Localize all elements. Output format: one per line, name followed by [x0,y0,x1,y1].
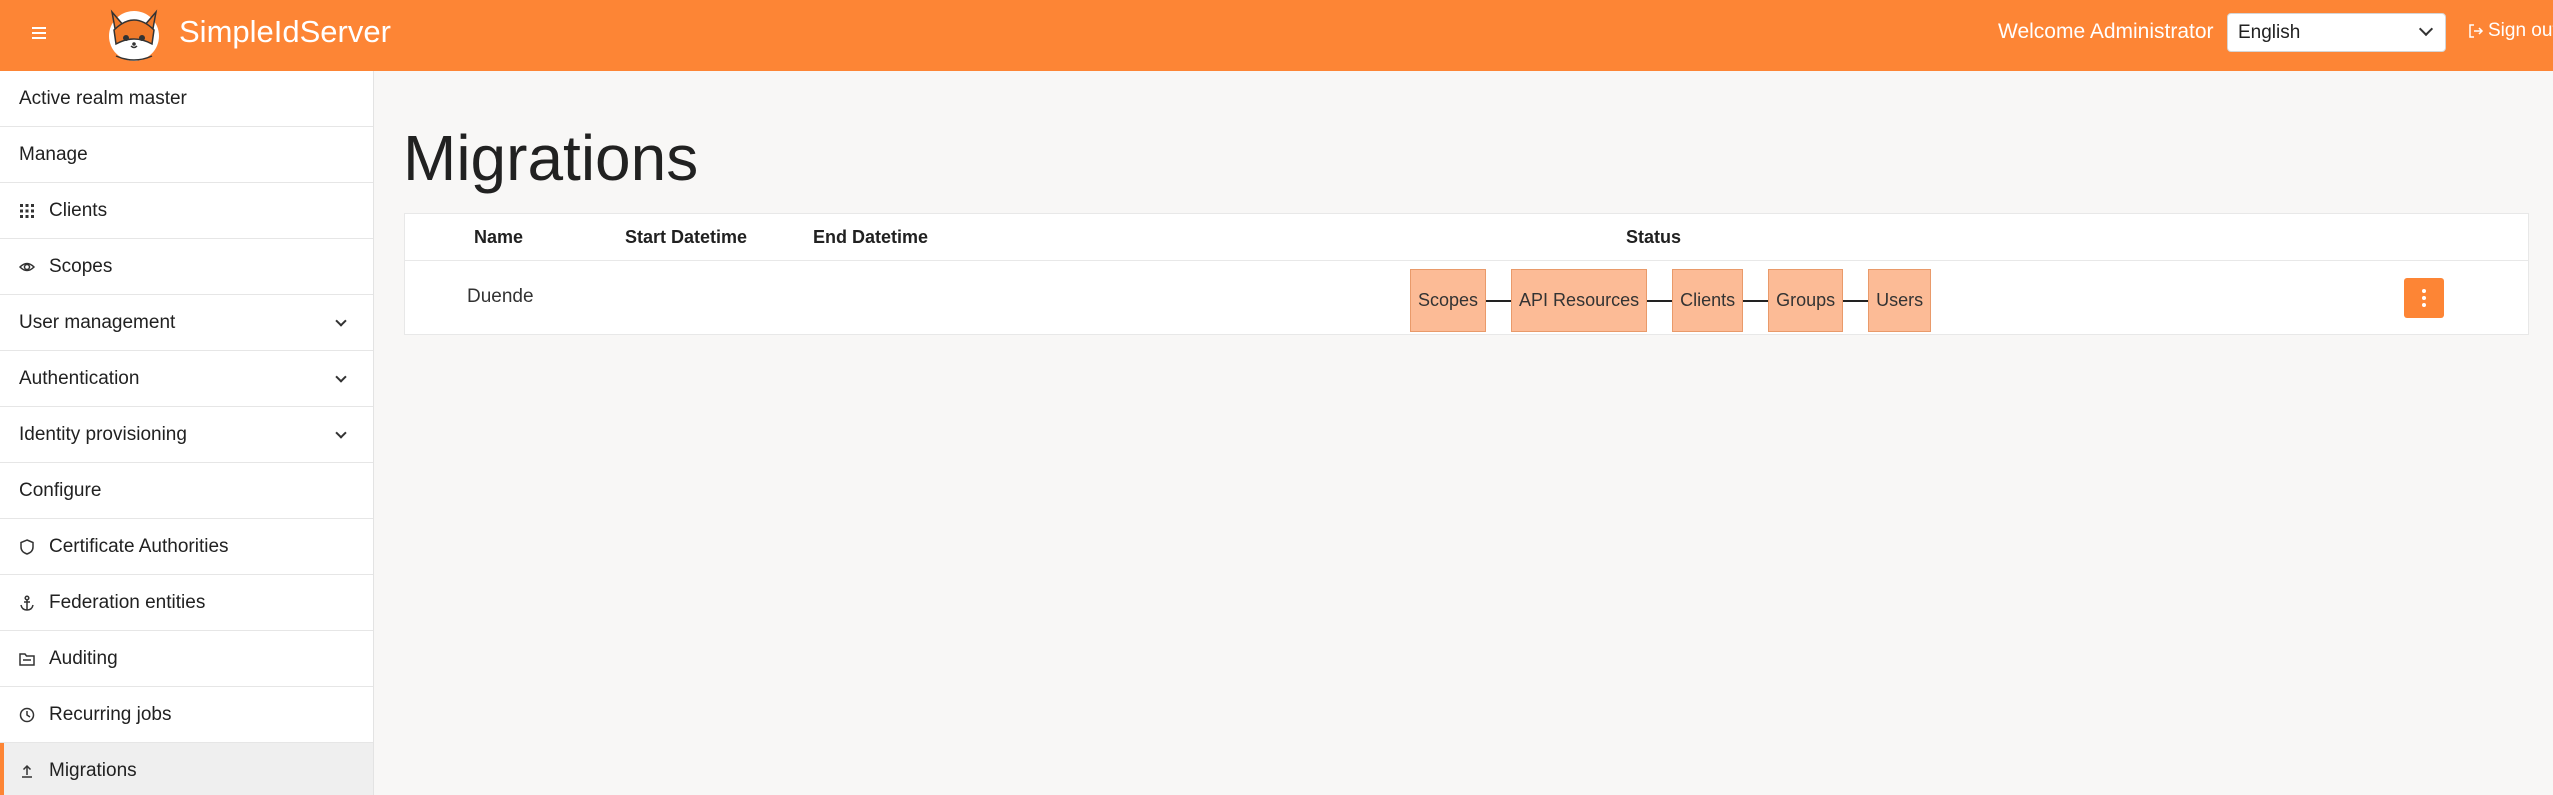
step-connector [1486,299,1512,302]
column-header-status[interactable]: Status [1626,227,1681,248]
step-connector [1647,299,1673,302]
status-step-scopes: Scopes [1410,269,1487,332]
grid-icon [19,203,35,219]
sign-out-icon [2469,24,2484,38]
fox-logo-icon [109,9,159,61]
sidebar-item-auditing[interactable]: Auditing [0,631,373,687]
welcome-text: Welcome Administrator [1998,20,2214,43]
chevron-down-icon [335,315,347,327]
sidebar-item-label: Migrations [49,759,137,781]
anchor-icon [19,594,35,611]
table-header: Name Start Datetime End Datetime Status [405,214,2528,261]
step-connector [1843,299,1869,302]
column-header-start-datetime[interactable]: Start Datetime [625,227,747,248]
page-title: Migrations [403,122,699,194]
sidebar-item-user-management[interactable]: User management [0,295,373,351]
status-step-groups: Groups [1768,269,1844,332]
migration-name: Duende [467,286,534,307]
hamburger-menu-icon[interactable] [28,22,50,44]
column-header-name[interactable]: Name [474,227,523,248]
sidebar: Active realm master Manage Clients Scope… [0,71,374,795]
sidebar-item-label: User management [19,311,176,333]
sidebar-item-label: Active realm master [19,87,187,109]
status-step-users: Users [1868,269,1932,332]
sidebar-item-recurring-jobs[interactable]: Recurring jobs [0,687,373,743]
upload-icon [19,763,35,779]
chevron-down-icon [335,427,347,439]
column-header-end-datetime[interactable]: End Datetime [813,227,928,248]
eye-icon [19,259,35,275]
sidebar-item-label: Scopes [49,255,113,277]
status-step-clients: Clients [1672,269,1744,332]
clock-icon [19,707,35,723]
sidebar-item-label: Certificate Authorities [49,535,229,557]
brand-name[interactable]: SimpleIdServer [179,14,391,50]
folder-icon [19,651,35,667]
more-vertical-icon [2422,289,2426,293]
step-connector [1743,299,1769,302]
status-step-api-resources: API Resources [1511,269,1648,332]
sidebar-item-label: Recurring jobs [49,703,172,725]
sidebar-item-migrations[interactable]: Migrations [0,743,373,795]
chevron-down-icon [2418,21,2434,37]
sidebar-item-federation-entities[interactable]: Federation entities [0,575,373,631]
sign-out-link[interactable]: Sign out [2468,20,2553,42]
sidebar-item-label: Federation entities [49,591,206,613]
sidebar-item-certificate-authorities[interactable]: Certificate Authorities [0,519,373,575]
chevron-down-icon [335,371,347,383]
sign-out-label: Sign out [2488,20,2553,41]
sidebar-section-configure: Configure [0,463,373,519]
row-actions-button[interactable] [2404,278,2444,318]
language-select[interactable]: English [2227,13,2446,52]
sidebar-section-label: Configure [19,479,102,501]
sidebar-section-manage: Manage [0,127,373,183]
sidebar-item-label: Clients [49,199,108,221]
sidebar-item-label: Authentication [19,367,140,389]
sidebar-item-identity-provisioning[interactable]: Identity provisioning [0,407,373,463]
top-header: SimpleIdServer Welcome Administrator Eng… [0,0,2553,71]
shield-icon [19,538,35,555]
table-row: Duende Scopes API Resources Clients Grou… [405,261,2528,336]
sidebar-item-label: Auditing [49,647,118,669]
sidebar-item-label: Identity provisioning [19,423,187,445]
migrations-table: Name Start Datetime End Datetime Status … [404,213,2529,335]
sidebar-item-scopes[interactable]: Scopes [0,239,373,295]
migration-status-steps: Scopes API Resources Clients Groups User… [1410,269,1932,332]
sidebar-item-authentication[interactable]: Authentication [0,351,373,407]
sidebar-item-clients[interactable]: Clients [0,183,373,239]
language-select-value: English [2238,21,2301,43]
sidebar-section-label: Manage [19,143,88,165]
sidebar-active-realm[interactable]: Active realm master [0,71,373,127]
